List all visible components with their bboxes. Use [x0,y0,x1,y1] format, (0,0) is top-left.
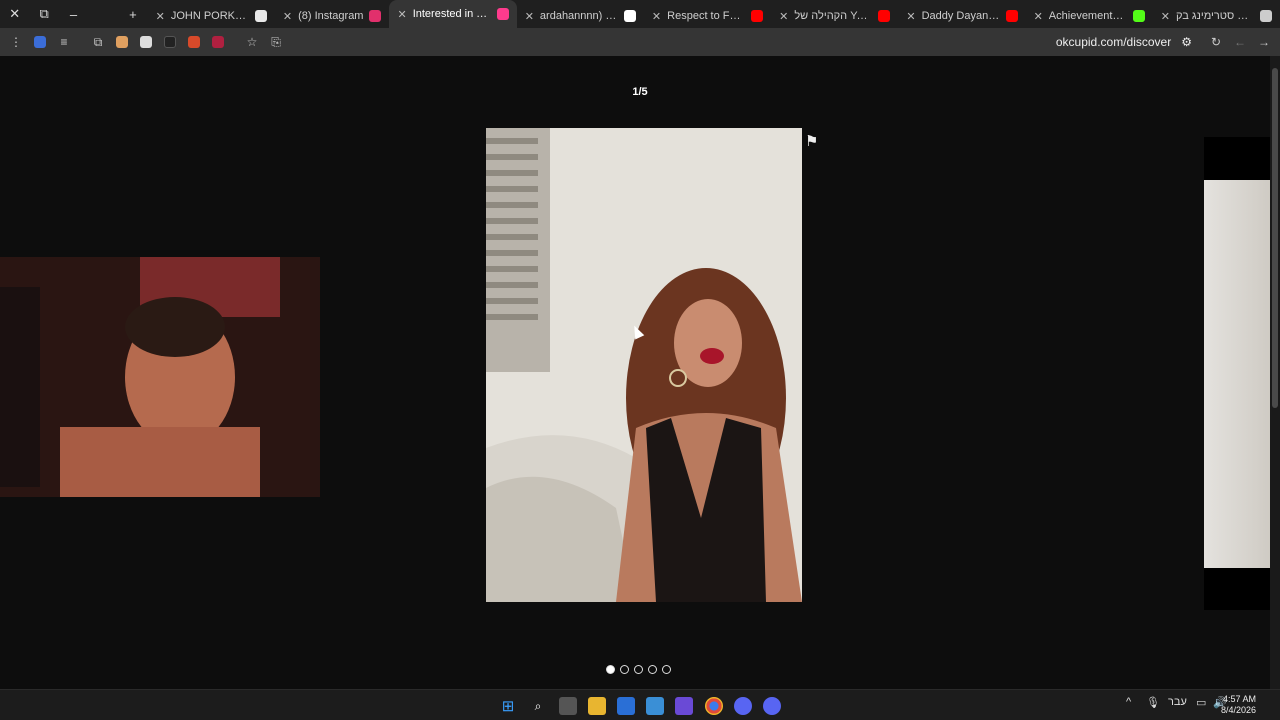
url-text: okcupid.com/discover [1055,35,1172,49]
close-tab-icon[interactable]: ✕ [156,10,165,23]
close-tab-icon[interactable]: ✕ [283,10,292,23]
favicon-icon [254,10,267,22]
favicon-icon [1132,10,1145,22]
browser-tab[interactable]: ✕ Respect to Ferran Tor [644,4,771,28]
webcam-image [0,257,320,497]
browser-tab[interactable]: ✕ JOHN PORK - ישוש ב [148,4,275,28]
favicon-icon [496,8,509,20]
tab-title: (8) Instagram [298,10,364,22]
tab-title: Respect to Ferran Tor [667,10,745,22]
side-panel-bottom [1204,568,1270,610]
clock-time: 4:57 AM [1222,694,1256,704]
close-tab-icon[interactable]: ✕ [652,10,661,23]
close-tab-icon[interactable]: ✕ [906,10,915,23]
extension-icon[interactable] [206,30,230,54]
reading-list-icon[interactable]: ≡ [52,30,76,54]
browser-tab[interactable]: ✕ Achievements - Kick [1026,4,1153,28]
pagination-dot[interactable] [620,665,629,674]
browser-tab[interactable]: ✕ ardahannnn) | TikTok [517,4,644,28]
close-tab-icon[interactable]: ✕ [525,10,534,23]
system-clock[interactable]: 4:57 AM 8/4/2026 [1221,694,1256,716]
profile-photo[interactable] [486,128,802,602]
menu-icon[interactable]: ⋮ [4,30,28,54]
tab-title: Daddy Dayan - YouTu [921,10,1000,22]
browser-tab-bar: ✕ ⧉ – + ✕ JOHN PORK - ישוש ב ✕ (8) Instagra… [0,0,1280,28]
photos-icon[interactable] [646,697,664,715]
tab-title: הקהילה של YouTube [794,10,872,22]
favicon-icon [1260,10,1273,22]
close-window-icon[interactable]: ✕ [0,0,29,28]
side-panel-top [1204,137,1270,180]
tab-title: התחלת סטרימינג בק [1176,10,1254,22]
favicon-icon [1005,10,1018,22]
profile-photo-image [486,128,802,602]
site-settings-icon[interactable]: ⚙ [1181,35,1192,49]
network-icon[interactable]: ▭ [1196,696,1206,709]
forward-icon[interactable]: ← [1228,30,1252,54]
windows-start-icon[interactable]: ⊞ [499,697,517,715]
extension-icon[interactable] [110,30,134,54]
page-scrollbar[interactable] [1270,56,1280,689]
browser-tab[interactable]: ✕ Daddy Dayan - YouTu [898,4,1025,28]
favicon-icon [751,10,764,22]
pagination-dot[interactable] [606,665,615,674]
pagination-dot[interactable] [662,665,671,674]
cast-icon[interactable]: ⎘ [264,30,288,54]
tab-title: ardahannnn) | TikTok [539,10,618,22]
photo-pagination-dots [606,665,671,674]
store-icon[interactable] [617,697,635,715]
task-view-icon[interactable] [559,697,577,715]
file-explorer-icon[interactable] [588,697,606,715]
close-tab-icon[interactable]: ✕ [779,10,788,23]
language-indicator[interactable]: עבר [1168,696,1187,708]
pagination-dot[interactable] [634,665,643,674]
close-tab-icon[interactable]: ✕ [1161,10,1170,23]
clock-date: 8/4/2026 [1220,705,1256,715]
extension-icon[interactable]: ⧉ [86,30,110,54]
favicon-icon [878,10,891,22]
search-icon[interactable]: ⌕ [529,697,547,715]
photo-counter: 1/5 [632,86,648,98]
new-tab-icon[interactable]: + [118,0,147,28]
tab-title: JOHN PORK - ישוש ב [170,10,249,22]
extension-icon[interactable] [158,30,182,54]
app-icon[interactable] [675,697,693,715]
tab-title: Achievements - Kick [1048,10,1127,22]
extension-icon[interactable] [28,30,52,54]
tab-title: Interested in You (11 [412,8,491,20]
browser-tab[interactable]: ✕ התחלת סטרימינג בק [1153,4,1280,28]
extension-icon[interactable] [134,30,158,54]
webcam-overlay [0,257,320,497]
microphone-icon[interactable]: 🎙 [1146,696,1160,709]
address-bar[interactable]: okcupid.com/discover ⚙ [1056,32,1192,52]
chrome-icon[interactable] [705,697,723,715]
scrollbar-thumb[interactable] [1272,68,1278,408]
report-flag-icon[interactable]: ⚑ [805,132,818,150]
star-icon[interactable]: ☆ [240,30,264,54]
close-tab-icon[interactable]: ✕ [1034,10,1043,23]
windows-taskbar: ⊞ ⌕ ^ 🎙 עבר ▭ 🔊 4:57 AM 8/4/2026 [0,689,1280,720]
browser-tab[interactable]: ✕ Interested in You (11 [389,0,517,28]
next-photo-peek[interactable] [1204,180,1270,568]
favicon-icon [369,10,382,22]
discord-icon[interactable] [734,697,752,715]
pagination-dot[interactable] [648,665,657,674]
browser-tab[interactable]: ✕ (8) Instagram [275,4,390,28]
reload-icon[interactable]: ↻ [1204,30,1228,54]
minimize-icon[interactable]: – [59,0,88,28]
discord-icon[interactable] [763,697,781,715]
favicon-icon [623,10,636,22]
browser-toolbar: ⋮ ≡ ⧉ ☆ ⎘ okcupid.com/discover ⚙ ↻ ← → [0,28,1280,56]
close-tab-icon[interactable]: ✕ [397,8,406,21]
browser-tab[interactable]: ✕ הקהילה של YouTube [771,4,898,28]
back-icon[interactable]: → [1252,30,1276,54]
tray-chevron-icon[interactable]: ^ [1126,696,1131,708]
extension-icon[interactable] [182,30,206,54]
restore-icon[interactable]: ⧉ [29,0,58,28]
